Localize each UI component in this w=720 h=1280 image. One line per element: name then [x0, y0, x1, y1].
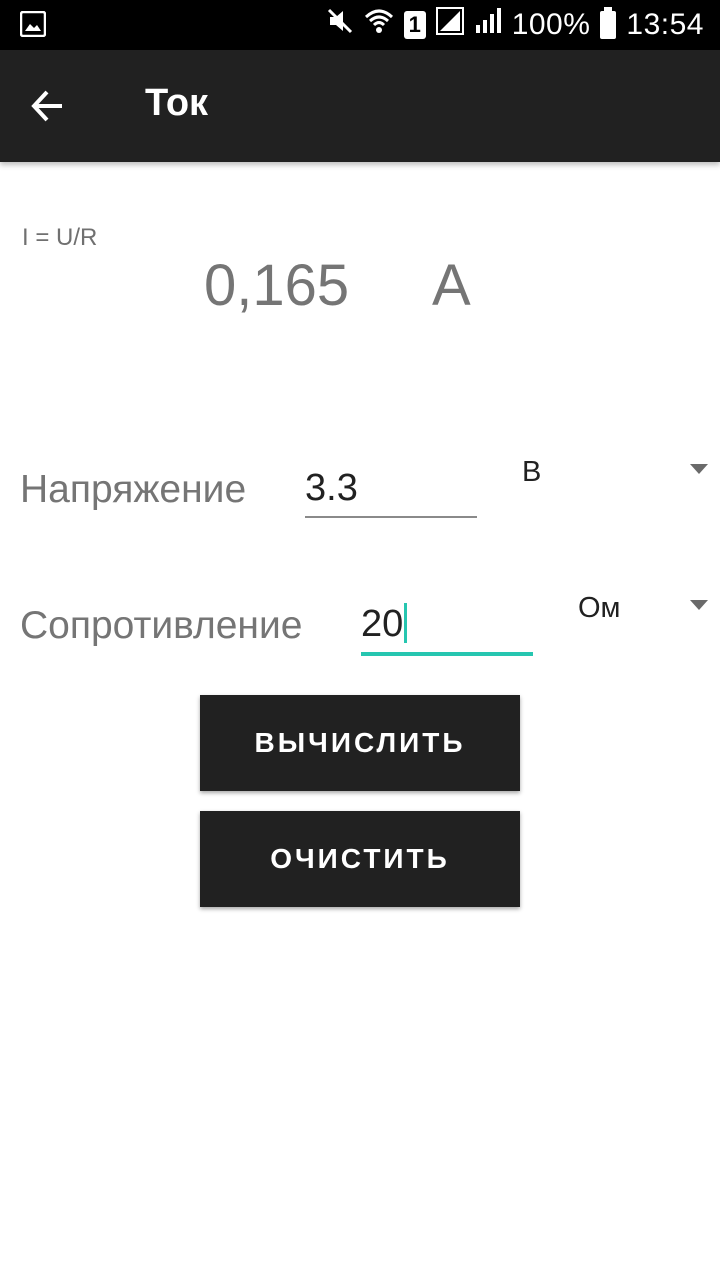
resistance-input-value: 20 — [361, 603, 404, 645]
image-icon — [19, 10, 47, 42]
chevron-down-icon — [690, 600, 708, 610]
calculate-button[interactable]: ВЫЧИСЛИТЬ — [200, 695, 520, 791]
back-button[interactable] — [20, 76, 76, 136]
resistance-unit-value: Ом — [578, 592, 621, 624]
chevron-down-icon — [690, 464, 708, 474]
text-cursor — [404, 602, 408, 643]
resistance-unit-spinner[interactable]: Ом — [578, 592, 712, 652]
voltage-input[interactable]: 3.3 — [305, 460, 477, 518]
result-unit: A — [432, 253, 471, 318]
battery-percent: 100% — [511, 8, 591, 41]
resistance-input[interactable]: 20 — [361, 596, 533, 656]
voltage-unit-spinner[interactable]: В — [522, 456, 712, 516]
clear-button[interactable]: ОЧИСТИТЬ — [200, 811, 520, 907]
voltage-unit-value: В — [522, 456, 542, 488]
clock: 13:54 — [626, 8, 704, 41]
sim-icon: 1 — [403, 11, 426, 39]
voltage-label: Напряжение — [20, 468, 247, 511]
app-toolbar: Ток — [0, 50, 720, 162]
resistance-label: Сопротивление — [20, 604, 303, 647]
battery-icon — [600, 7, 617, 39]
status-icons: 1 100% 13:54 — [326, 0, 704, 50]
wifi-icon — [364, 7, 394, 43]
voltage-input-value: 3.3 — [305, 467, 358, 509]
page-title: Ток — [145, 82, 209, 124]
mute-icon — [326, 7, 354, 43]
signal-icon — [474, 7, 502, 43]
status-bar: 1 100% 13:54 — [0, 0, 720, 50]
result-value: 0,165 — [204, 253, 350, 318]
formula-label: I = U/R — [22, 224, 98, 251]
arrow-left-icon — [31, 90, 62, 122]
signal-icon — [435, 7, 464, 43]
